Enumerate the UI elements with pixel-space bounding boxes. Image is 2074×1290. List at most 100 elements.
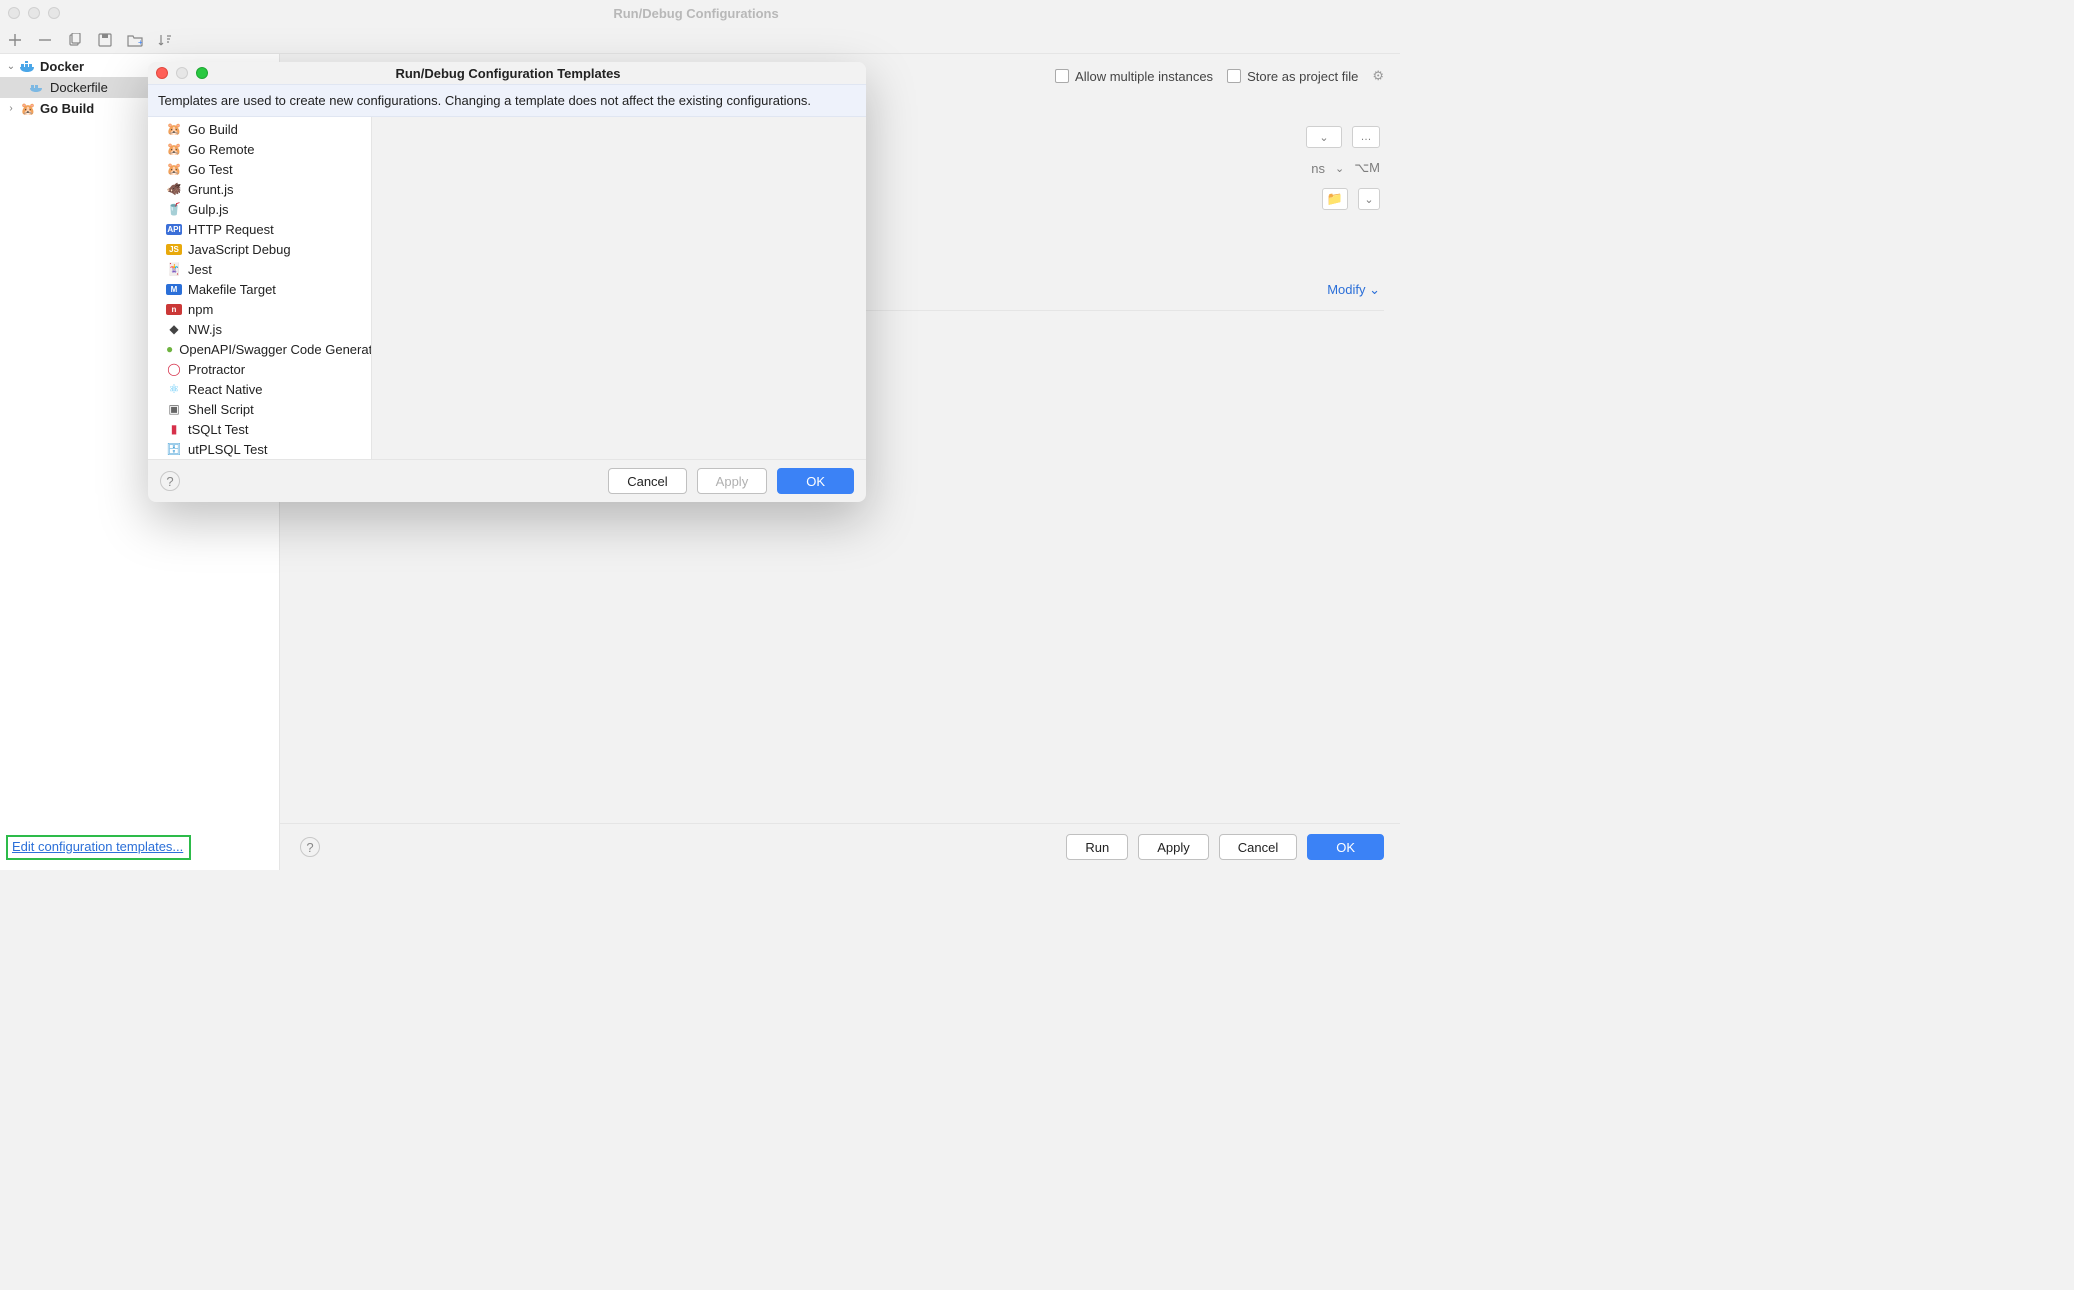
- template-item[interactable]: 🐗 Grunt.js: [148, 179, 371, 199]
- dockerfile-icon: [30, 80, 46, 96]
- template-item[interactable]: 🐹 Go Remote: [148, 139, 371, 159]
- browse-folder-icon[interactable]: 📁: [1322, 188, 1348, 210]
- template-label: JavaScript Debug: [188, 242, 291, 257]
- ok-button[interactable]: OK: [1307, 834, 1384, 860]
- chevron-right-icon[interactable]: ›: [6, 103, 16, 114]
- template-item[interactable]: 🐹 Go Test: [148, 159, 371, 179]
- alt-m-shortcut: ⌥M: [1354, 160, 1380, 176]
- template-icon: JS: [166, 244, 182, 255]
- store-as-project-checkbox[interactable]: Store as project file: [1227, 69, 1358, 84]
- template-label: HTTP Request: [188, 222, 274, 237]
- template-list[interactable]: 🐹Go Build 🐹 Go Remote 🐹 Go Test 🐗 Grunt.js 🥤 Gul…: [148, 117, 372, 459]
- template-label: Grunt.js: [188, 182, 234, 197]
- gear-icon[interactable]: ⚙: [1372, 68, 1384, 84]
- tree-label: Dockerfile: [50, 80, 108, 95]
- template-label: Go Build: [188, 122, 238, 137]
- template-item[interactable]: 🐹Go Build: [148, 119, 371, 139]
- combo-chevron[interactable]: ⌄: [1358, 188, 1380, 210]
- template-label: NW.js: [188, 322, 222, 337]
- template-label: Go Test: [188, 162, 233, 177]
- template-item[interactable]: JS JavaScript Debug: [148, 239, 371, 259]
- allow-multiple-checkbox[interactable]: Allow multiple instances: [1055, 69, 1213, 84]
- template-icon: ▮: [166, 422, 182, 436]
- apply-button[interactable]: Apply: [1138, 834, 1209, 860]
- save-icon[interactable]: [96, 31, 114, 49]
- help-icon[interactable]: ?: [300, 837, 320, 857]
- modal-min-dot[interactable]: [176, 67, 188, 79]
- tree-label: Go Build: [40, 101, 94, 116]
- template-label: Makefile Target: [188, 282, 276, 297]
- parent-close-dot[interactable]: [8, 7, 20, 19]
- parent-titlebar: Run/Debug Configurations: [0, 0, 1400, 26]
- template-label: npm: [188, 302, 213, 317]
- template-label: Protractor: [188, 362, 245, 377]
- modal-close-dot[interactable]: [156, 67, 168, 79]
- template-label: Gulp.js: [188, 202, 228, 217]
- modal-max-dot[interactable]: [196, 67, 208, 79]
- template-item[interactable]: 🗄utPLSQL Test: [148, 439, 371, 459]
- store-as-project-label: Store as project file: [1247, 69, 1358, 84]
- checkbox-icon: [1055, 69, 1069, 83]
- template-icon: 🃏: [166, 262, 182, 276]
- template-icon: 🐹: [166, 162, 182, 176]
- template-icon: ▣: [166, 402, 182, 416]
- remove-icon[interactable]: [36, 31, 54, 49]
- template-item[interactable]: ◯ Protractor: [148, 359, 371, 379]
- more-button[interactable]: …: [1352, 126, 1380, 148]
- edit-configuration-templates-link[interactable]: Edit configuration templates...: [12, 839, 183, 854]
- template-icon: ●: [166, 342, 173, 356]
- modal-actions: ? Cancel Apply OK: [148, 459, 866, 502]
- template-item[interactable]: ● OpenAPI/Swagger Code Generator: [148, 339, 371, 359]
- template-item[interactable]: MMakefile Target: [148, 279, 371, 299]
- docker-icon: [20, 59, 36, 75]
- template-item[interactable]: 🥤 Gulp.js: [148, 199, 371, 219]
- add-icon[interactable]: [6, 31, 24, 49]
- modal-title: Run/Debug Configuration Templates: [208, 66, 858, 81]
- parent-max-dot[interactable]: [48, 7, 60, 19]
- configurations-toolbar: +: [0, 26, 1400, 54]
- modal-traffic-lights: [156, 67, 208, 79]
- ns-suffix-label: ns: [1311, 161, 1325, 176]
- template-item[interactable]: ▣ Shell Script: [148, 399, 371, 419]
- combo-suffix-dropdown[interactable]: ⌄: [1306, 126, 1342, 148]
- sort-icon[interactable]: [156, 31, 174, 49]
- parent-traffic-lights: [8, 7, 60, 19]
- parent-min-dot[interactable]: [28, 7, 40, 19]
- modal-ok-button[interactable]: OK: [777, 468, 854, 494]
- template-label: Go Remote: [188, 142, 254, 157]
- modal-apply-button[interactable]: Apply: [697, 468, 768, 494]
- template-icon: API: [166, 224, 182, 235]
- template-item[interactable]: nnpm: [148, 299, 371, 319]
- modal-cancel-button[interactable]: Cancel: [608, 468, 686, 494]
- folder-add-icon[interactable]: +: [126, 31, 144, 49]
- parent-title: Run/Debug Configurations: [60, 6, 1392, 21]
- template-icon: 🐹: [166, 142, 182, 156]
- parent-dialog-actions: ? Run Apply Cancel OK: [280, 823, 1400, 870]
- modal-info-banner: Templates are used to create new configu…: [148, 84, 866, 117]
- tree-label: Docker: [40, 59, 84, 74]
- template-label: tSQLt Test: [188, 422, 248, 437]
- template-icon: 🐗: [166, 182, 182, 196]
- templates-dialog: Run/Debug Configuration Templates Templa…: [148, 62, 866, 502]
- cancel-button[interactable]: Cancel: [1219, 834, 1297, 860]
- template-detail-panel: [372, 117, 866, 459]
- modify-options-link[interactable]: Modify ⌄: [1327, 282, 1380, 298]
- template-label: OpenAPI/Swagger Code Generator: [179, 342, 372, 357]
- template-icon: 🗄: [166, 442, 182, 456]
- svg-text:+: +: [138, 38, 143, 47]
- template-item[interactable]: ◆NW.js: [148, 319, 371, 339]
- template-item[interactable]: ▮ tSQLt Test: [148, 419, 371, 439]
- template-label: Jest: [188, 262, 212, 277]
- copy-icon[interactable]: [66, 31, 84, 49]
- template-item[interactable]: 🃏 Jest: [148, 259, 371, 279]
- run-button[interactable]: Run: [1066, 834, 1128, 860]
- template-icon: ⚛: [166, 382, 182, 396]
- chevron-down-icon[interactable]: ⌄: [6, 61, 16, 72]
- template-icon: ◯: [166, 362, 182, 376]
- template-item[interactable]: API HTTP Request: [148, 219, 371, 239]
- template-label: Shell Script: [188, 402, 254, 417]
- template-item[interactable]: ⚛React Native: [148, 379, 371, 399]
- help-icon[interactable]: ?: [160, 471, 180, 491]
- template-icon: n: [166, 304, 182, 315]
- template-icon: 🥤: [166, 202, 182, 216]
